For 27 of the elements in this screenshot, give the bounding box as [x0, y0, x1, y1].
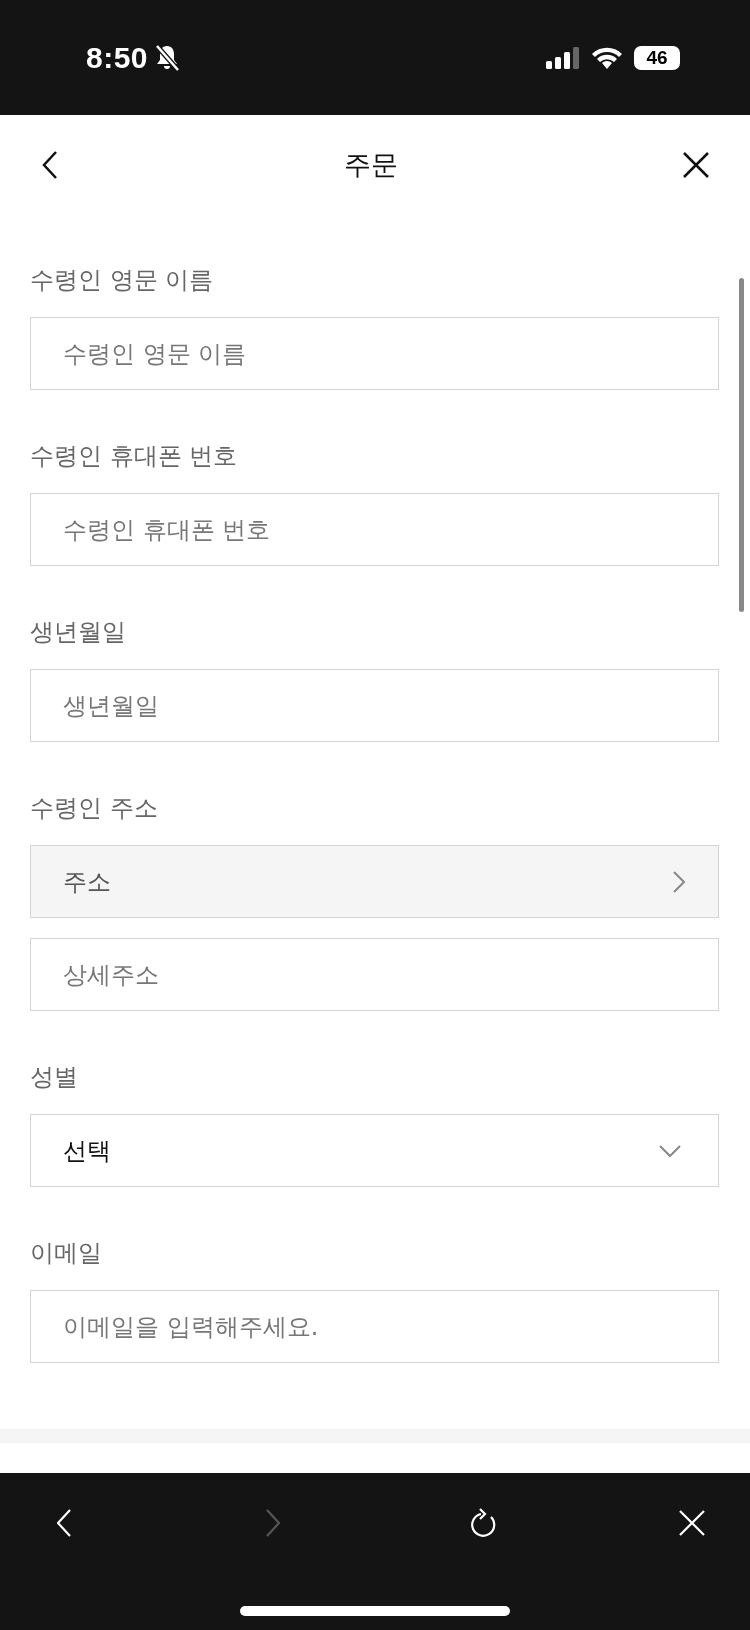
chevron-right-icon — [672, 869, 686, 894]
chevron-left-icon — [57, 1509, 71, 1537]
page-title: 주문 — [344, 148, 398, 182]
reload-icon — [469, 1508, 496, 1538]
status-time: 8:50 — [86, 40, 149, 75]
field-label: 생년월일 — [30, 617, 127, 648]
field-label: 수령인 휴대폰 번호 — [30, 441, 239, 472]
back-button[interactable] — [40, 150, 60, 180]
input-field[interactable]: 이메일을 입력해주세요. — [30, 1290, 719, 1363]
chevron-down-icon — [658, 1143, 682, 1158]
input-field[interactable]: 생년월일 — [30, 669, 719, 742]
signal-icon — [546, 46, 580, 69]
close-icon — [679, 1510, 705, 1536]
field-label: 수령인 영문 이름 — [30, 265, 215, 296]
battery-indicator: 46 — [634, 45, 680, 70]
input-field[interactable]: 수령인 영문 이름 — [30, 317, 719, 390]
field-label: 이메일 — [30, 1238, 103, 1269]
address-picker[interactable]: 주소 — [30, 845, 719, 918]
wifi-icon — [592, 46, 622, 69]
bell-muted-icon — [154, 43, 181, 72]
field-label: 수령인 주소 — [30, 793, 159, 824]
select-dropdown[interactable]: 선택 — [30, 1114, 719, 1187]
input-field[interactable]: 수령인 휴대폰 번호 — [30, 493, 719, 566]
chevron-right-icon — [266, 1509, 281, 1537]
close-button[interactable] — [682, 151, 710, 179]
field-label: 성별 — [30, 1062, 79, 1093]
input-field[interactable]: 상세주소 — [30, 938, 719, 1011]
